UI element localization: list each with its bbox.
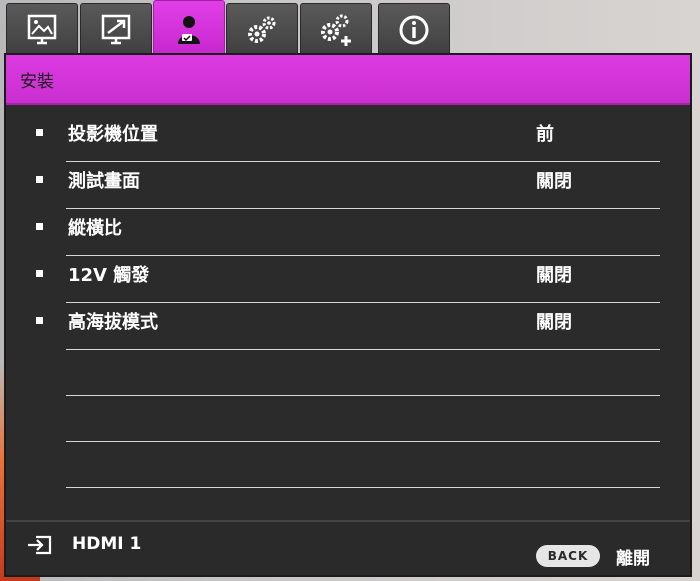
setup-person-icon <box>178 15 200 44</box>
menu-item-label: 測試畫面 <box>68 171 140 192</box>
back-button[interactable]: BACK <box>536 545 600 567</box>
bullet-icon <box>36 270 43 277</box>
menu-item-value: 關閉 <box>536 171 572 192</box>
exit-label: 離開 <box>616 549 650 569</box>
menu-list: 投影機位置 前 測試畫面 關閉 縱橫比 12V 觸發 關閉 高海拔模式 關閉 <box>6 115 690 488</box>
footer-bar: HDMI 1 BACK 離開 <box>6 520 690 575</box>
panel-header: 安裝 <box>6 55 690 105</box>
menu-item-projector-position[interactable]: 投影機位置 前 <box>6 115 690 162</box>
menu-item-test-pattern[interactable]: 測試畫面 關閉 <box>6 162 690 209</box>
gears-plus-icon <box>321 14 351 46</box>
menu-item-label: 12V 觸發 <box>68 265 150 286</box>
menu-item-label: 高海拔模式 <box>68 312 158 333</box>
tab-picture[interactable] <box>6 3 78 55</box>
menu-item-12v-trigger[interactable]: 12V 觸發 關閉 <box>6 256 690 303</box>
empty-row <box>6 396 690 442</box>
menu-item-label: 投影機位置 <box>68 124 158 145</box>
menu-item-high-altitude-mode[interactable]: 高海拔模式 關閉 <box>6 303 690 350</box>
bullet-icon <box>36 317 43 324</box>
tab-display[interactable] <box>80 3 152 55</box>
empty-row <box>6 442 690 488</box>
tab-setup[interactable] <box>153 0 225 58</box>
input-source-icon <box>28 535 52 555</box>
tab-info[interactable] <box>378 3 450 55</box>
tab-bar <box>0 0 700 58</box>
gears-icon <box>248 16 276 43</box>
divider <box>66 487 660 488</box>
tab-system[interactable] <box>226 3 298 55</box>
menu-item-label: 縱橫比 <box>68 218 122 239</box>
menu-item-value: 前 <box>536 124 554 145</box>
menu-item-value: 關閉 <box>536 312 572 333</box>
empty-row <box>6 350 690 396</box>
info-icon <box>399 15 429 44</box>
bullet-icon <box>36 176 43 183</box>
tab-advanced[interactable] <box>300 3 372 55</box>
page-title: 安裝 <box>20 72 54 92</box>
bullet-icon <box>36 129 43 136</box>
bullet-icon <box>36 223 43 230</box>
display-icon <box>101 14 131 44</box>
input-source-label: HDMI 1 <box>72 534 142 554</box>
menu-item-value: 關閉 <box>536 265 572 286</box>
settings-panel: 安裝 投影機位置 前 測試畫面 關閉 縱橫比 12V 觸發 關閉 高海拔模式 關… <box>4 53 692 577</box>
picture-icon <box>27 14 57 44</box>
menu-item-aspect-ratio[interactable]: 縱橫比 <box>6 209 690 256</box>
